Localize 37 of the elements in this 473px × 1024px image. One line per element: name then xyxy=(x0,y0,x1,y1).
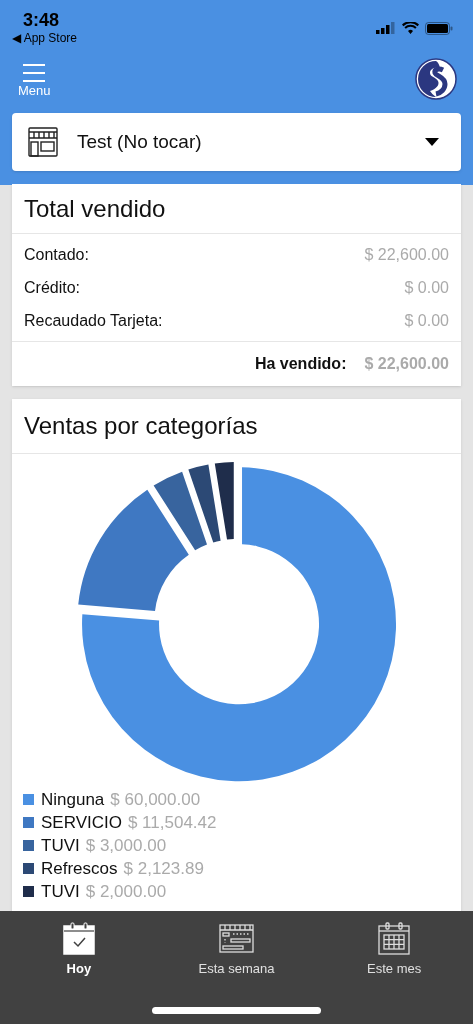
clock-time: 3:48 xyxy=(22,10,60,30)
legend-label: Refrescos xyxy=(41,857,118,880)
legend-amount: $ 2,000.00 xyxy=(85,880,167,903)
caret-icon xyxy=(425,138,439,146)
logo-icon xyxy=(415,58,457,100)
total-amount: $ 22,600.00 xyxy=(364,354,449,374)
row-amount: $ 0.00 xyxy=(404,310,449,331)
legend-amount: $ 60,000.00 xyxy=(110,788,201,811)
row-label: Crédito: xyxy=(24,277,81,298)
legend-label: TUVI xyxy=(41,880,80,903)
menu-icon xyxy=(22,63,47,83)
calendar-icon xyxy=(219,922,254,955)
legend-amount: $ 3,000.00 xyxy=(85,834,167,857)
battery-icon xyxy=(425,21,453,35)
tab-button[interactable]: Este mes xyxy=(315,922,473,979)
row-label: Recaudado Tarjeta: xyxy=(24,310,163,331)
store-dropdown[interactable]: Test (No tocar) xyxy=(12,113,461,171)
wifi-icon xyxy=(402,22,419,34)
signal-icon xyxy=(376,22,396,34)
legend-label: Ninguna xyxy=(41,788,105,811)
card-title: Ventas por categorías xyxy=(24,411,258,441)
store-icon xyxy=(27,127,59,157)
back-link[interactable]: ◀ App Store xyxy=(12,30,78,46)
row-amount: $ 0.00 xyxy=(404,277,449,298)
store-name: Test (No tocar) xyxy=(77,129,203,154)
legend-label: TUVI xyxy=(41,834,80,857)
card-title: Total vendido xyxy=(24,193,166,224)
legend-amount: $ 11,504.42 xyxy=(127,811,217,834)
calendar-icon xyxy=(378,922,411,955)
calendar-icon xyxy=(62,922,95,955)
total-label: Ha vendido: xyxy=(254,354,347,374)
row-amount: $ 22,600.00 xyxy=(364,244,449,265)
tab-button[interactable]: Esta semana xyxy=(157,922,316,979)
row-label: Contado: xyxy=(24,244,89,265)
tab-button[interactable]: Hoy xyxy=(0,922,158,979)
legend-amount: $ 2,123.89 xyxy=(123,857,204,880)
legend-label: SERVICIO xyxy=(41,811,122,834)
